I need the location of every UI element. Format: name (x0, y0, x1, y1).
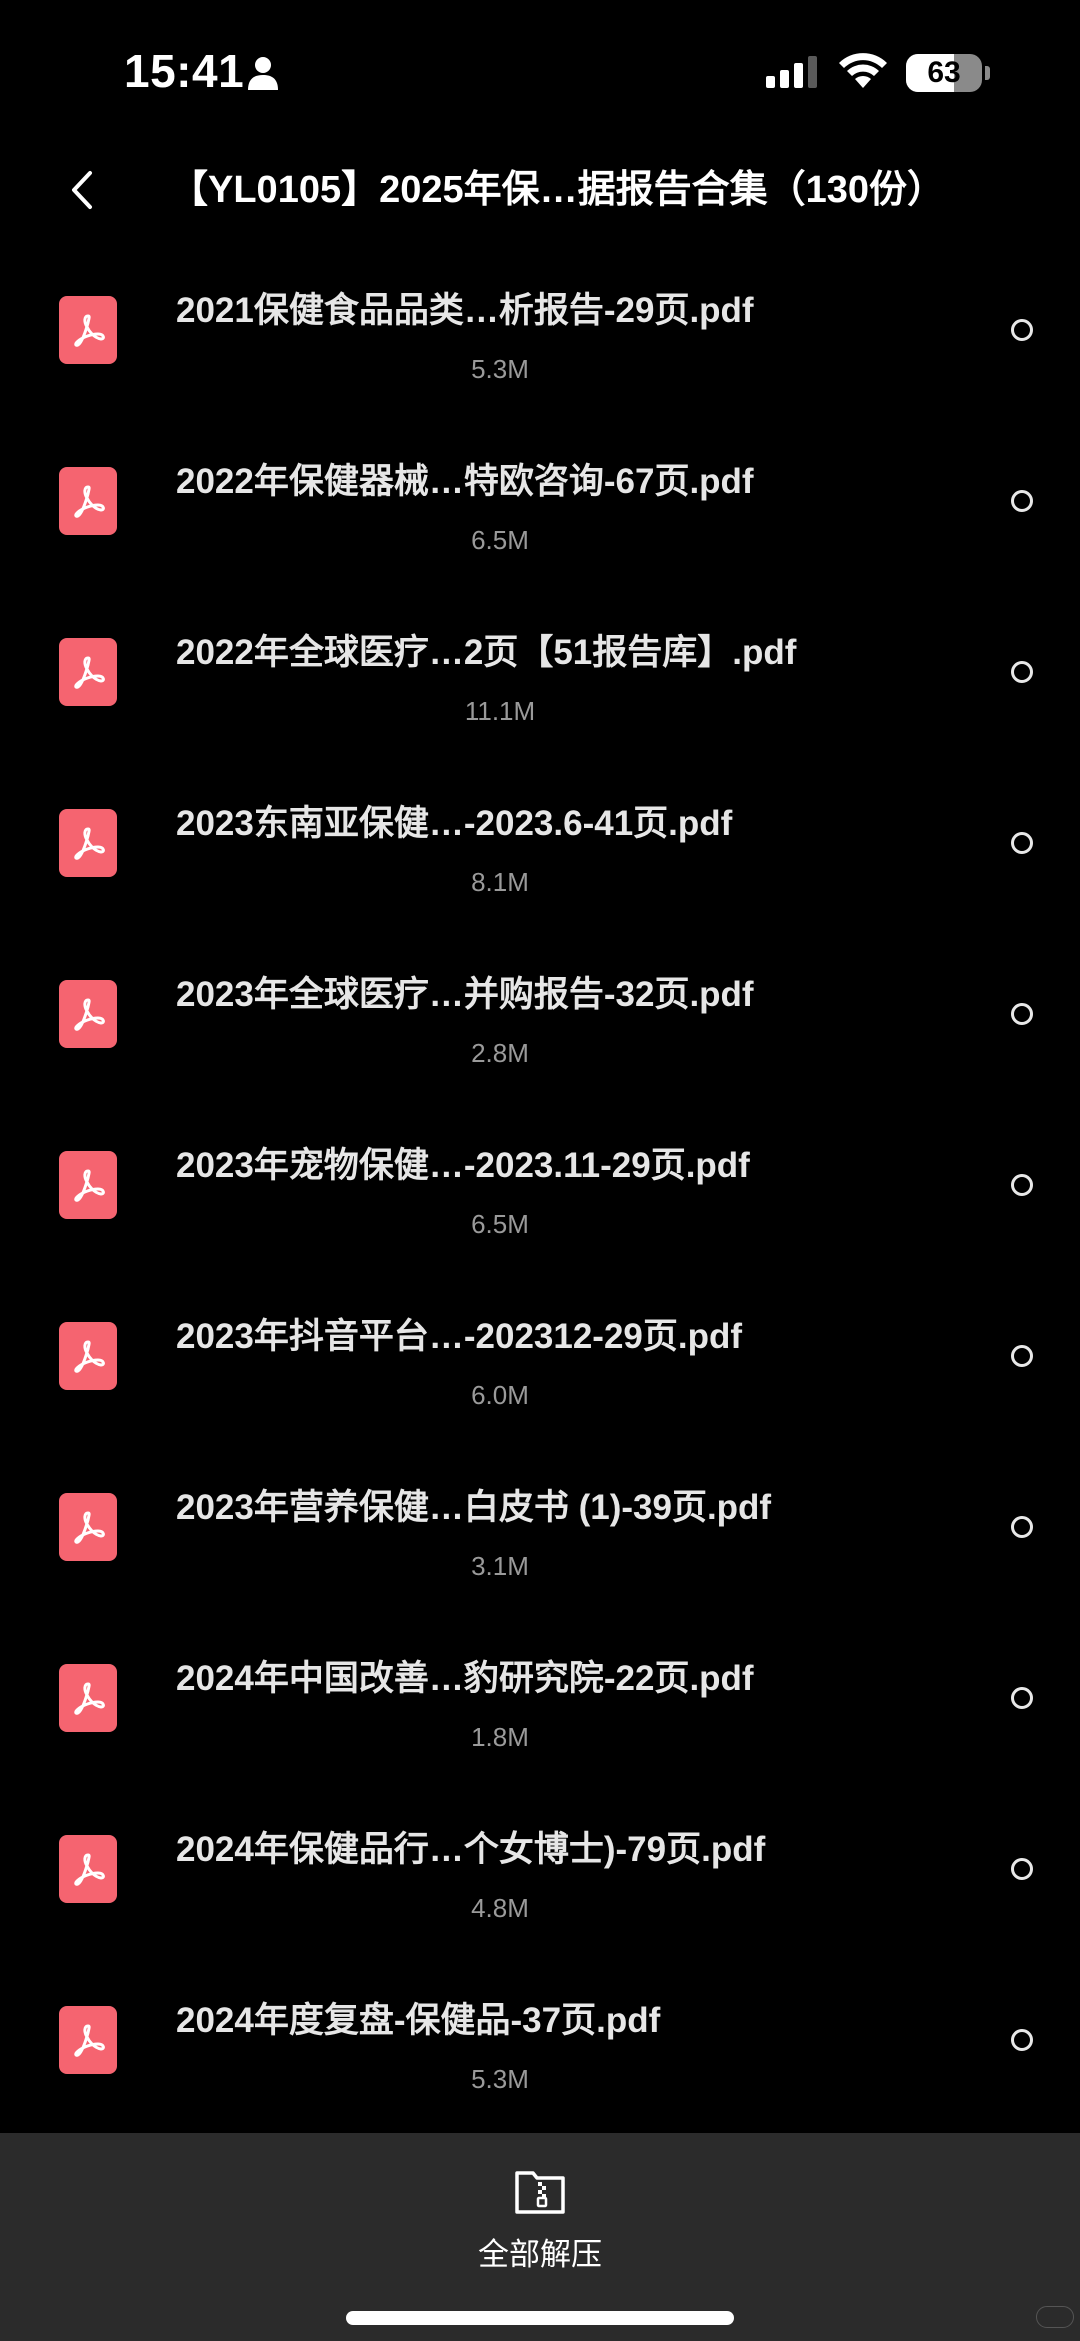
file-row[interactable]: 2021保健食品品类…析报告-29页.pdf 5.3M (0, 246, 1080, 417)
file-name: 2021保健食品品类…析报告-29页.pdf (176, 291, 754, 330)
chevron-left-icon (72, 171, 92, 209)
select-radio[interactable] (1011, 1858, 1033, 1880)
bottom-bar: 全部解压 (0, 2133, 1080, 2341)
pdf-icon (59, 1322, 117, 1390)
select-radio[interactable] (1011, 832, 1033, 854)
extract-all-label: 全部解压 (478, 2237, 602, 2272)
file-size: 5.3M (471, 354, 529, 384)
file-row[interactable]: 2024年保健品行…个女博士)-79页.pdf 4.8M (0, 1785, 1080, 1956)
pdf-icon (59, 1835, 117, 1903)
cellular-signal-icon (766, 56, 817, 88)
file-size: 4.8M (471, 1893, 529, 1923)
file-name: 2023年营养保健…白皮书 (1)-39页.pdf (176, 1488, 772, 1527)
home-indicator[interactable] (346, 2311, 734, 2325)
battery-indicator: 63 (906, 54, 982, 92)
file-name: 2024年保健品行…个女博士)-79页.pdf (176, 1830, 766, 1869)
status-time: 15:41 (124, 45, 245, 97)
file-size: 8.1M (471, 867, 529, 897)
file-name: 2022年全球医疗…2页【51报告库】.pdf (176, 633, 797, 672)
file-size: 11.1M (464, 696, 536, 726)
battery-level-text: 63 (927, 56, 961, 89)
file-row[interactable]: 2023年营养保健…白皮书 (1)-39页.pdf 3.1M (0, 1443, 1080, 1614)
file-name: 2024年度复盘-保健品-37页.pdf (176, 2001, 661, 2040)
page-title: 【YL0105】2025年保…据报告合集（130份） (170, 169, 946, 211)
file-name: 2023年抖音平台…-202312-29页.pdf (176, 1317, 743, 1356)
pdf-icon (59, 980, 117, 1048)
pdf-icon (59, 809, 117, 877)
file-row[interactable]: 2024年中国改善…豹研究院-22页.pdf 1.8M (0, 1614, 1080, 1785)
person-icon (248, 57, 278, 90)
file-row[interactable]: 2024年度复盘-保健品-37页.pdf 5.3M (0, 1956, 1080, 2127)
select-radio[interactable] (1011, 490, 1033, 512)
pdf-icon (59, 1493, 117, 1561)
corner-badge (1036, 2306, 1074, 2328)
file-size: 6.0M (471, 1380, 529, 1410)
pdf-icon (59, 1664, 117, 1732)
zip-folder-icon (515, 2171, 565, 2214)
pdf-icon (59, 467, 117, 535)
file-name: 2024年中国改善…豹研究院-22页.pdf (176, 1659, 754, 1698)
file-row[interactable]: 2022年保健器械…特欧咨询-67页.pdf 6.5M (0, 417, 1080, 588)
select-radio[interactable] (1011, 1003, 1033, 1025)
file-name: 2023年宠物保健…-2023.11-29页.pdf (176, 1146, 750, 1185)
file-list: 2021保健食品品类…析报告-29页.pdf 5.3M 2022年保健器械…特欧… (0, 246, 1080, 2127)
file-row[interactable]: 2023年抖音平台…-202312-29页.pdf 6.0M (0, 1272, 1080, 1443)
file-size: 3.1M (471, 1551, 529, 1581)
pdf-icon (59, 638, 117, 706)
select-radio[interactable] (1011, 319, 1033, 341)
file-name: 2023年全球医疗…并购报告-32页.pdf (176, 975, 754, 1014)
file-size: 6.5M (471, 1209, 529, 1239)
file-size: 6.5M (471, 525, 529, 555)
select-radio[interactable] (1011, 1516, 1033, 1538)
file-row[interactable]: 2023年全球医疗…并购报告-32页.pdf 2.8M (0, 930, 1080, 1101)
file-row[interactable]: 2022年全球医疗…2页【51报告库】.pdf 11.1M (0, 588, 1080, 759)
select-radio[interactable] (1011, 1345, 1033, 1367)
battery-nub (985, 66, 990, 80)
select-radio[interactable] (1011, 2029, 1033, 2051)
file-name: 2022年保健器械…特欧咨询-67页.pdf (176, 462, 754, 501)
back-button[interactable] (52, 160, 112, 220)
extract-all-button[interactable]: 全部解压 (440, 2151, 640, 2272)
select-radio[interactable] (1011, 661, 1033, 683)
status-bar: 15:41 63 (0, 0, 1080, 150)
file-row[interactable]: 2023东南亚保健…-2023.6-41页.pdf 8.1M (0, 759, 1080, 930)
wifi-icon (839, 53, 887, 88)
file-row[interactable]: 2023年宠物保健…-2023.11-29页.pdf 6.5M (0, 1101, 1080, 1272)
select-radio[interactable] (1011, 1687, 1033, 1709)
file-name: 2023东南亚保健…-2023.6-41页.pdf (176, 804, 733, 843)
select-radio[interactable] (1011, 1174, 1033, 1196)
pdf-icon (59, 296, 117, 364)
file-size: 5.3M (471, 2064, 529, 2094)
file-size: 1.8M (471, 1722, 529, 1752)
file-size: 2.8M (471, 1038, 529, 1068)
pdf-icon (59, 2006, 117, 2074)
pdf-icon (59, 1151, 117, 1219)
